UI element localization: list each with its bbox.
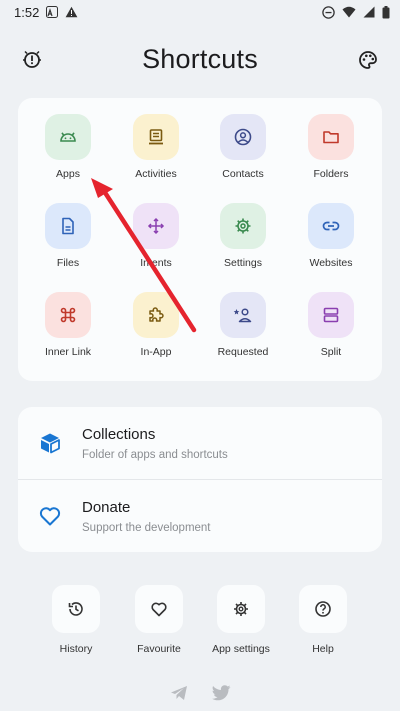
favourite-label: Favourite [137, 643, 181, 655]
grid-label-requested: Requested [217, 346, 269, 358]
tile-websites[interactable] [308, 203, 354, 249]
help-tile[interactable] [299, 585, 347, 633]
app-header: Shortcuts [0, 36, 400, 82]
dnd-icon [322, 5, 335, 19]
list-title-collections: Collections [82, 426, 156, 443]
grid-item-split[interactable]: Split [291, 292, 371, 372]
file-icon [62, 217, 74, 235]
gear-icon [234, 602, 248, 616]
app-settings-label: App settings [212, 643, 270, 655]
tile-activities[interactable] [133, 114, 179, 160]
list-item-collections[interactable]: Collections Folder of apps and shortcuts [18, 407, 382, 479]
grid-label-apps: Apps [56, 168, 80, 180]
twitter-button[interactable] [211, 683, 231, 703]
app-settings-tile[interactable] [217, 585, 265, 633]
battery-icon [382, 5, 390, 19]
history-button[interactable]: History [41, 585, 111, 665]
history-label: History [59, 643, 93, 655]
list-item-donate[interactable]: Donate Support the development [18, 480, 382, 552]
command-icon [60, 307, 76, 323]
grid-label-in-app: In-App [140, 346, 172, 358]
link-icon [322, 221, 340, 231]
tile-inner-link[interactable] [45, 292, 91, 338]
grid-label-websites: Websites [309, 257, 353, 269]
wifi-icon [342, 6, 356, 18]
history-icon [68, 602, 83, 616]
status-bar: 1:52 [0, 0, 400, 24]
notification-icon [46, 6, 59, 18]
list-title-donate: Donate [82, 499, 131, 516]
shortcuts-grid: Apps Activities Contacts Folders Files I… [18, 98, 382, 381]
split-icon [323, 307, 339, 323]
lightbulb-icon [23, 50, 41, 68]
grid-label-activities: Activities [135, 168, 177, 180]
tile-settings[interactable] [220, 203, 266, 249]
tips-button[interactable] [18, 46, 46, 74]
tile-files[interactable] [45, 203, 91, 249]
history-tile[interactable] [52, 585, 100, 633]
tile-intents[interactable] [133, 203, 179, 249]
tile-in-app[interactable] [133, 292, 179, 338]
tile-contacts[interactable] [220, 114, 266, 160]
settings-icon [235, 218, 251, 234]
palette-icon [359, 51, 377, 69]
grid-item-settings[interactable]: Settings [203, 203, 283, 283]
tile-folders[interactable] [308, 114, 354, 160]
grid-label-inner-link: Inner Link [44, 346, 92, 358]
status-time: 1:52 [14, 4, 40, 20]
intents-icon [147, 217, 165, 235]
list-subtitle-donate: Support the development [82, 522, 211, 534]
tile-requested[interactable] [220, 292, 266, 338]
telegram-button[interactable] [169, 683, 189, 703]
grid-label-settings: Settings [224, 257, 262, 269]
tile-split[interactable] [308, 292, 354, 338]
telegram-icon [171, 686, 187, 700]
grid-item-files[interactable]: Files [28, 203, 108, 283]
grid-label-split: Split [320, 346, 342, 358]
warning-icon [65, 6, 78, 18]
grid-label-contacts: Contacts [222, 168, 264, 180]
grid-item-requested[interactable]: Requested [203, 292, 283, 372]
grid-item-inner-link[interactable]: Inner Link [28, 292, 108, 372]
person-star-icon [233, 308, 252, 323]
contacts-icon [234, 128, 252, 146]
grid-label-folders: Folders [313, 168, 349, 180]
android-icon [60, 132, 76, 142]
list-subtitle-collections: Folder of apps and shortcuts [82, 449, 228, 461]
list-card: Collections Folder of apps and shortcuts… [18, 407, 382, 552]
app-settings-button[interactable]: App settings [206, 585, 276, 665]
grid-item-contacts[interactable]: Contacts [203, 114, 283, 194]
signal-icon [363, 6, 375, 18]
help-button[interactable]: Help [288, 585, 358, 665]
collection-icon [38, 431, 62, 455]
grid-label-files: Files [56, 257, 80, 269]
favourite-button[interactable]: Favourite [124, 585, 194, 665]
twitter-icon [211, 685, 230, 701]
folder-icon [323, 131, 339, 144]
help-icon [315, 601, 331, 617]
heart-icon [151, 602, 167, 617]
activities-icon [149, 129, 163, 145]
grid-item-apps[interactable]: Apps [28, 114, 108, 194]
grid-item-intents[interactable]: Intents [116, 203, 196, 283]
grid-item-websites[interactable]: Websites [291, 203, 371, 283]
grid-label-intents: Intents [140, 257, 172, 269]
favourite-tile[interactable] [135, 585, 183, 633]
grid-item-folders[interactable]: Folders [291, 114, 371, 194]
heart-icon [38, 504, 62, 528]
page-title: Shortcuts [142, 43, 258, 74]
theme-button[interactable] [354, 46, 382, 74]
grid-item-activities[interactable]: Activities [116, 114, 196, 194]
help-label: Help [312, 643, 334, 655]
extension-icon [149, 307, 164, 322]
tile-apps[interactable] [45, 114, 91, 160]
grid-item-in-app[interactable]: In-App [116, 292, 196, 372]
